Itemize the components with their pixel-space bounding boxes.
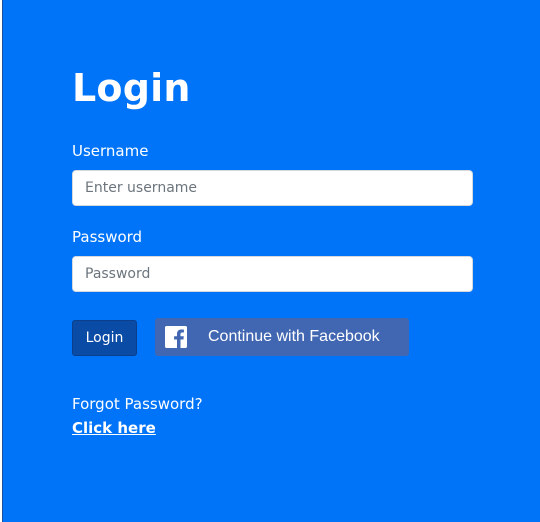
username-input[interactable]	[72, 170, 473, 206]
login-panel: Login Username Password Login Continue w…	[2, 0, 540, 522]
page-title: Login	[72, 66, 191, 110]
forgot-password-text: Forgot Password?	[72, 395, 203, 413]
username-label: Username	[72, 142, 149, 160]
password-input[interactable]	[72, 256, 473, 292]
facebook-button-label: Continue with Facebook	[208, 328, 380, 345]
facebook-login-button[interactable]: Continue with Facebook	[155, 318, 409, 356]
password-label: Password	[72, 228, 143, 246]
facebook-icon	[165, 326, 187, 348]
forgot-password-link[interactable]: Click here	[72, 419, 156, 437]
login-button[interactable]: Login	[72, 320, 137, 356]
